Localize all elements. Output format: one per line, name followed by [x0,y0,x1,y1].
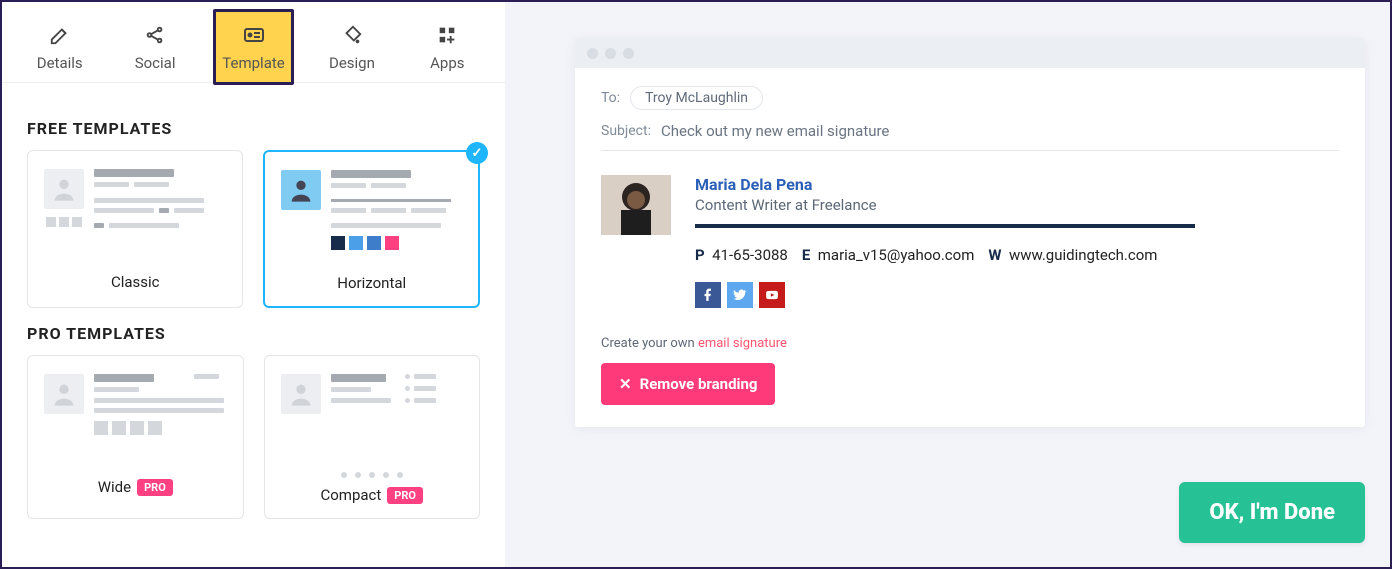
recipient-chip[interactable]: Troy McLaughlin [630,86,763,110]
pro-badge: PRO [387,487,423,504]
pro-badge: PRO [137,479,173,496]
left-panel: Details Social Template Design Apps [2,2,505,567]
tab-template[interactable]: Template [213,9,294,85]
signature-photo [601,175,671,235]
branding-link[interactable]: email signature [698,336,787,351]
to-label: To: [601,90,620,106]
tab-label: Details [37,54,83,72]
signature-block: Maria Dela Pena Content Writer at Freela… [601,175,1339,308]
branding-text: Create your own email signature [601,336,1339,351]
template-card-classic[interactable]: Classic [27,150,243,308]
tab-label: Apps [430,54,464,72]
tab-social[interactable]: Social [117,12,192,82]
tab-details[interactable]: Details [22,12,97,82]
facebook-icon[interactable] [695,282,721,308]
apps-icon [434,22,460,48]
template-name: WidePRO [44,478,227,496]
signature-title: Content Writer at Freelance [695,196,1195,214]
pencil-icon [47,22,73,48]
badge-icon [241,22,267,48]
subject-label: Subject: [601,123,651,139]
selected-check-icon [466,142,488,164]
tab-label: Template [222,54,284,72]
signature-name: Maria Dela Pena [695,175,1195,194]
mail-subject-row: Subject: Check out my new email signatur… [601,122,1339,151]
avatar-placeholder-icon [44,169,84,209]
signature-contacts: P 41-65-3088 E maria_v15@yahoo.com W www… [695,246,1195,264]
subject-text: Check out my new email signature [661,122,889,140]
tab-label: Design [329,54,375,72]
youtube-icon[interactable] [759,282,785,308]
signature-socials [695,282,1195,308]
preview-panel: To: Troy McLaughlin Subject: Check out m… [505,2,1392,567]
tab-label: Social [135,54,176,72]
avatar-placeholder-icon [44,374,84,414]
paint-icon [339,22,365,48]
section-title-free: FREE TEMPLATES [27,119,480,138]
template-name: Classic [44,273,226,291]
close-icon: ✕ [619,375,632,393]
avatar-placeholder-icon [281,374,321,414]
mail-to-row: To: Troy McLaughlin [601,86,1339,110]
window-dot-icon [623,48,634,59]
template-name: Horizontal [281,274,462,292]
window-titlebar [575,38,1365,68]
window-dot-icon [587,48,598,59]
done-button[interactable]: OK, I'm Done [1179,482,1365,543]
avatar-placeholder-icon [281,170,321,210]
template-name: CompactPRO [281,486,464,504]
signature-divider [695,224,1195,228]
editor-tabs: Details Social Template Design Apps [2,2,505,83]
tab-design[interactable]: Design [314,12,389,82]
share-icon [142,22,168,48]
template-card-wide[interactable]: WidePRO [27,355,244,519]
tab-apps[interactable]: Apps [410,12,485,82]
twitter-icon[interactable] [727,282,753,308]
mail-preview: To: Troy McLaughlin Subject: Check out m… [575,38,1365,427]
remove-branding-button[interactable]: ✕ Remove branding [601,363,775,405]
template-card-compact[interactable]: CompactPRO [264,355,481,519]
templates-list: FREE TEMPLATES [2,83,505,539]
section-title-pro: PRO TEMPLATES [27,324,480,343]
template-card-horizontal[interactable]: Horizontal [263,150,480,308]
window-dot-icon [605,48,616,59]
